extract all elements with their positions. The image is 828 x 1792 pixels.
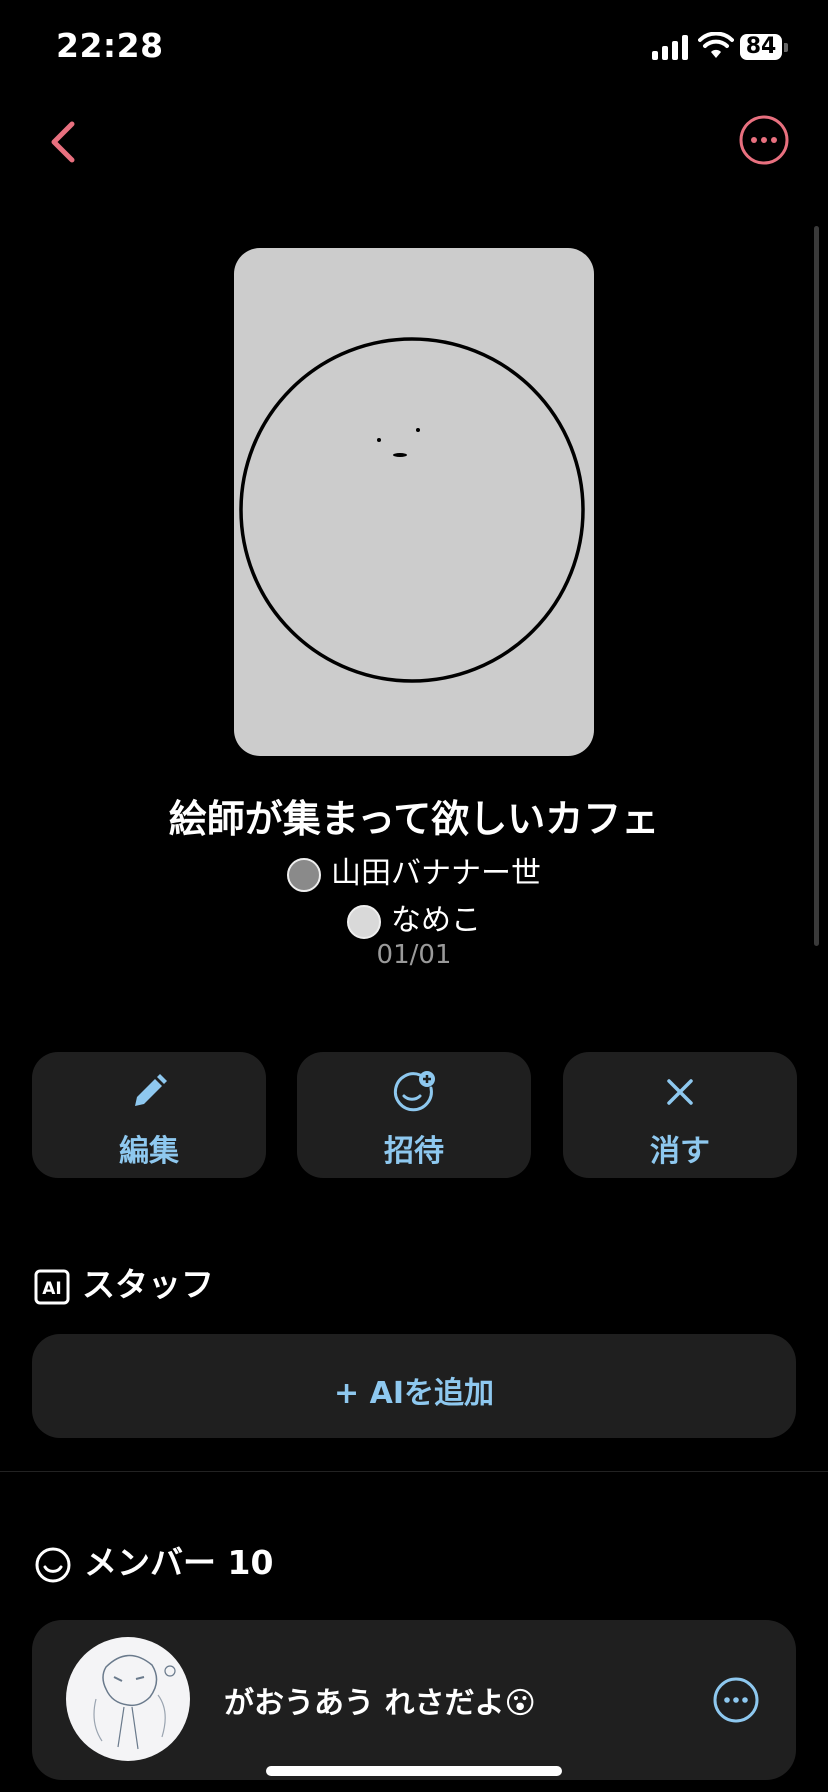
- owner-name: なめこ: [391, 903, 481, 938]
- add-ai-button[interactable]: + AIを追加: [32, 1334, 796, 1438]
- room-title: 絵師が集まって欲しいカフェ: [168, 797, 660, 841]
- room-cover-image: [234, 248, 594, 756]
- pencil-icon: [135, 1074, 167, 1106]
- member-more-button[interactable]: [712, 1676, 760, 1724]
- members-heading-label: メンバー 10: [84, 1543, 274, 1582]
- owner-row[interactable]: 山田バナナー世: [0, 848, 828, 892]
- invite-button[interactable]: 招待: [297, 1052, 531, 1178]
- member-name: がおうあう れさだよ😮: [224, 1686, 536, 1721]
- edit-button[interactable]: 編集: [32, 1052, 266, 1178]
- more-options-button[interactable]: [738, 114, 790, 166]
- members-heading: メンバー 10: [34, 1536, 273, 1584]
- add-person-icon: [393, 1071, 435, 1112]
- delete-button[interactable]: 消す: [563, 1052, 797, 1178]
- staff-heading: AI スタッフ: [34, 1258, 214, 1306]
- back-button[interactable]: [42, 112, 86, 172]
- section-divider: [0, 1471, 828, 1472]
- delete-label: 消す: [650, 1134, 710, 1169]
- wifi-icon: [698, 32, 734, 58]
- edit-label: 編集: [119, 1134, 179, 1169]
- battery-icon: 84: [740, 34, 788, 62]
- owner-avatar: [287, 857, 321, 892]
- cellular-signal-icon: [652, 34, 690, 60]
- owner-name: 山田バナナー世: [331, 856, 541, 891]
- battery-level: 84: [740, 34, 782, 60]
- ai-icon: AI: [34, 1269, 70, 1304]
- cover-drawing: [239, 337, 585, 683]
- home-indicator[interactable]: [266, 1766, 562, 1776]
- add-ai-label: + AIを追加: [334, 1376, 494, 1411]
- svg-text:AI: AI: [42, 1279, 61, 1299]
- close-icon: [667, 1079, 693, 1105]
- owner-avatar: [347, 904, 381, 939]
- room-date: 01/01: [376, 940, 452, 970]
- smiley-icon: [35, 1547, 71, 1582]
- member-list-item[interactable]: がおうあう れさだよ😮: [32, 1620, 796, 1780]
- status-time: 22:28: [56, 26, 164, 65]
- invite-label: 招待: [384, 1134, 444, 1169]
- scrollbar[interactable]: [814, 226, 819, 946]
- staff-heading-label: スタッフ: [82, 1265, 214, 1304]
- owner-row[interactable]: なめこ: [0, 895, 828, 939]
- member-avatar: [66, 1637, 190, 1761]
